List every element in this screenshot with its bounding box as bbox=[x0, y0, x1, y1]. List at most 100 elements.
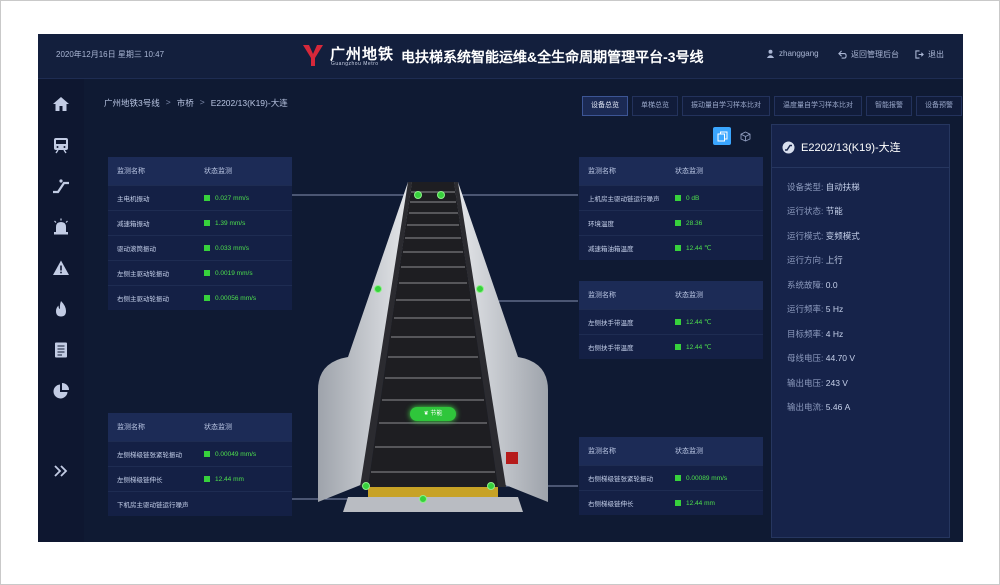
pie-chart-icon[interactable] bbox=[52, 382, 70, 400]
metric-name: 驱动滚筒振动 bbox=[117, 246, 156, 253]
table-row[interactable]: 左侧扶手带温度 12.44 ℃ bbox=[579, 309, 763, 334]
table-row[interactable]: 上机房主驱动链运行噪声 0 dB bbox=[579, 185, 763, 210]
metric-value: 0.00056 mm/s bbox=[215, 294, 257, 302]
device-info-panel: E2202/13(K19)-大连 设备类型: 自动扶梯 运行状态: 节能 运行模… bbox=[771, 124, 950, 538]
metric-value: 0.033 mm/s bbox=[215, 244, 249, 252]
column-header: 监测名称 bbox=[588, 448, 616, 455]
view-2d-button[interactable] bbox=[713, 127, 731, 145]
cube-icon bbox=[740, 130, 750, 141]
tab-temperature-compare[interactable]: 温度量自学习样本比对 bbox=[774, 96, 862, 116]
metric-value: 0.00049 mm/s bbox=[215, 450, 257, 458]
platform-title: 电扶梯系统智能运维&全生命周期管理平台-3号线 bbox=[401, 49, 704, 65]
metric-name: 左侧扶手带温度 bbox=[588, 320, 634, 327]
table-row[interactable]: 右侧主驱动轮振动 0.00056 mm/s bbox=[108, 285, 292, 310]
breadcrumb-separator: > bbox=[165, 97, 171, 107]
info-row: 运行方向: 上行 bbox=[787, 255, 843, 265]
column-header: 状态监测 bbox=[675, 448, 703, 455]
column-header: 状态监测 bbox=[204, 168, 232, 175]
metric-name: 右侧梯级链张紧轮振动 bbox=[588, 476, 653, 483]
metric-name: 左侧梯级链伸长 bbox=[117, 477, 163, 484]
train-icon[interactable] bbox=[52, 136, 70, 154]
table-row[interactable]: 左侧梯级链伸长 12.44 mm bbox=[108, 466, 292, 491]
status-indicator bbox=[675, 500, 681, 506]
table-row[interactable]: 下机房主驱动链运行噪声 bbox=[108, 491, 292, 516]
table-header: 监测名称 状态监测 bbox=[579, 437, 763, 465]
column-header: 监测名称 bbox=[117, 424, 145, 431]
metric-name: 右侧主驱动轮振动 bbox=[117, 296, 169, 303]
monitor-table-top-left: 监测名称 状态监测 主电机振动 0.027 mm/s 减速箱振动 1.39 mm/s… bbox=[108, 157, 292, 310]
status-indicator bbox=[204, 451, 210, 457]
status-indicator bbox=[204, 245, 210, 251]
copy-icon bbox=[717, 131, 727, 141]
column-header: 状态监测 bbox=[675, 292, 703, 299]
energy-saving-status-button[interactable]: ❦ 节能 bbox=[410, 407, 456, 421]
home-icon[interactable] bbox=[52, 95, 70, 113]
return-icon bbox=[838, 50, 847, 59]
info-row: 输出电流: 5.46 A bbox=[787, 402, 851, 412]
datetime: 2020年12月16日 星期三 10:47 bbox=[56, 50, 165, 59]
tab-device-warning[interactable]: 设备预警 bbox=[916, 96, 962, 116]
breadcrumb-station[interactable]: 市桥 bbox=[177, 97, 194, 109]
tab-smart-alarm[interactable]: 智能报警 bbox=[866, 96, 912, 116]
metric-value: 1.39 mm/s bbox=[215, 219, 246, 227]
metric-value: 12.44 ℃ bbox=[686, 344, 712, 351]
breadcrumb-line[interactable]: 广州地铁3号线 bbox=[104, 97, 160, 109]
table-row[interactable]: 减速箱油箱温度 12.44 ℃ bbox=[579, 235, 763, 260]
logo-subtext: Guangzhou Metro bbox=[331, 61, 379, 67]
table-row[interactable]: 右侧梯级链伸长 12.44 mm bbox=[579, 490, 763, 515]
tab-bar: 设备总览 单梯总览 振动量自学习样本比对 温度量自学习样本比对 智能报警 设备预… bbox=[582, 96, 962, 116]
alarm-light-icon[interactable] bbox=[52, 218, 70, 236]
user-menu[interactable]: zhanggang bbox=[766, 49, 819, 58]
info-row: 运行状态: 节能 bbox=[787, 206, 843, 216]
status-indicator bbox=[675, 475, 681, 481]
fire-icon[interactable] bbox=[52, 300, 70, 318]
status-indicator bbox=[675, 344, 681, 350]
divider bbox=[772, 167, 949, 168]
expand-icon[interactable] bbox=[52, 462, 70, 480]
table-header: 监测名称 状态监测 bbox=[108, 157, 292, 185]
username: zhanggang bbox=[779, 49, 819, 58]
monitor-table-middle-right: 监测名称 状态监测 左侧扶手带温度 12.44 ℃ 右侧扶手带温度 12.44 ℃ bbox=[579, 281, 763, 359]
metric-name: 主电机振动 bbox=[117, 196, 150, 203]
breadcrumb-device: E2202/13(K19)-大连 bbox=[210, 98, 288, 108]
status-indicator bbox=[675, 220, 681, 226]
breadcrumb: 广州地铁3号线 > 市桥 > E2202/13(K19)-大连 bbox=[104, 97, 288, 109]
tab-vibration-compare[interactable]: 振动量自学习样本比对 bbox=[682, 96, 770, 116]
panel-device-name: E2202/13(K19)-大连 bbox=[801, 142, 901, 154]
logout-label: 退出 bbox=[928, 50, 944, 59]
metric-value: 0.0019 mm/s bbox=[215, 269, 253, 277]
monitor-table-bottom-right: 监测名称 状态监测 右侧梯级链张紧轮振动 0.00089 mm/s 右侧梯级链伸长… bbox=[579, 437, 763, 515]
metric-name: 环境温度 bbox=[588, 221, 614, 228]
breadcrumb-separator: > bbox=[199, 97, 205, 107]
status-indicator bbox=[204, 295, 210, 301]
document-icon[interactable] bbox=[52, 341, 70, 359]
table-row[interactable]: 左侧主驱动轮振动 0.0019 mm/s bbox=[108, 260, 292, 285]
logout-button[interactable]: 退出 bbox=[915, 49, 944, 60]
tab-single-overview[interactable]: 单梯总览 bbox=[632, 96, 678, 116]
metric-name: 下机房主驱动链运行噪声 bbox=[117, 502, 189, 509]
table-row[interactable]: 主电机振动 0.027 mm/s bbox=[108, 185, 292, 210]
view-3d-button[interactable] bbox=[736, 127, 754, 145]
escalator-illustration bbox=[318, 182, 548, 512]
column-header: 状态监测 bbox=[204, 424, 232, 431]
table-row[interactable]: 右侧梯级链张紧轮振动 0.00089 mm/s bbox=[579, 465, 763, 490]
table-row[interactable]: 驱动滚筒振动 0.033 mm/s bbox=[108, 235, 292, 260]
user-icon bbox=[766, 49, 775, 58]
metric-name: 右侧扶手带温度 bbox=[588, 345, 634, 352]
status-indicator bbox=[675, 245, 681, 251]
table-row[interactable]: 减速箱振动 1.39 mm/s bbox=[108, 210, 292, 235]
warning-icon[interactable] bbox=[52, 259, 70, 277]
metric-name: 减速箱油箱温度 bbox=[588, 246, 634, 253]
escalator-icon[interactable] bbox=[52, 177, 70, 195]
escalator-badge-icon bbox=[782, 141, 795, 153]
back-to-admin-link[interactable]: 返回管理后台 bbox=[838, 49, 899, 60]
table-header: 监测名称 状态监测 bbox=[108, 413, 292, 441]
tab-device-overview[interactable]: 设备总览 bbox=[582, 96, 628, 116]
metric-name: 减速箱振动 bbox=[117, 221, 150, 228]
table-row[interactable]: 环境温度 28.36 bbox=[579, 210, 763, 235]
table-row[interactable]: 右侧扶手带温度 12.44 ℃ bbox=[579, 334, 763, 359]
top-header: 2020年12月16日 星期三 10:47 广州地铁 Guangzhou Met… bbox=[38, 34, 963, 79]
table-row[interactable]: 左侧梯级链张紧轮振动 0.00049 mm/s bbox=[108, 441, 292, 466]
metric-value: 0.00089 mm/s bbox=[686, 474, 728, 482]
status-indicator bbox=[204, 270, 210, 276]
